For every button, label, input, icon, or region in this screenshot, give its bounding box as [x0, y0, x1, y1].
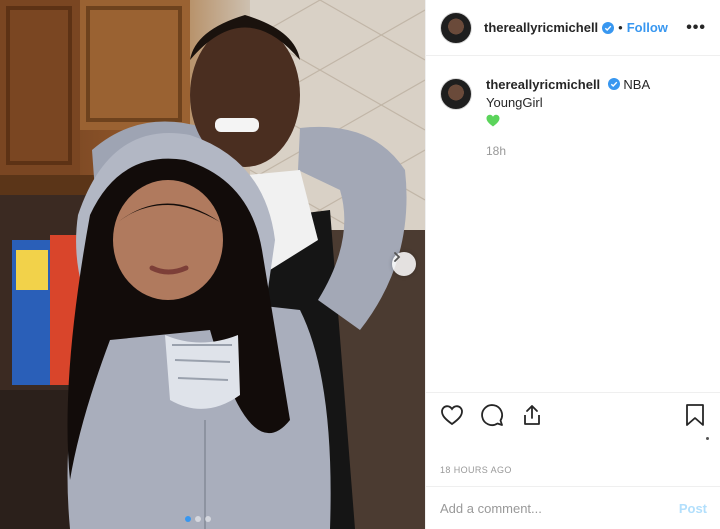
carousel-dot: [205, 516, 211, 522]
verified-badge-icon: [607, 78, 620, 90]
save-button[interactable]: [683, 403, 707, 427]
bookmark-icon: [686, 404, 704, 426]
caption-body: thereallyricmichell NBA YoungGirl 18h: [486, 76, 706, 160]
carousel-dot-active: [185, 516, 191, 522]
follow-button[interactable]: Follow: [627, 20, 668, 35]
caption-username[interactable]: thereallyricmichell: [486, 77, 600, 92]
carousel-dots: [185, 516, 211, 522]
post-comment-button[interactable]: Post: [679, 501, 707, 516]
heart-icon: [441, 405, 463, 426]
comment-icon: [481, 404, 503, 426]
carousel-dot: [195, 516, 201, 522]
chevron-right-icon: [394, 252, 401, 262]
header-username[interactable]: thereallyricmichell: [484, 20, 598, 35]
post-photo[interactable]: [0, 0, 425, 529]
photo-illustration: [0, 0, 425, 529]
green-heart-emoji: [486, 114, 500, 127]
caption-avatar[interactable]: [440, 78, 472, 110]
share-icon: [524, 405, 540, 425]
carousel-next-button[interactable]: [392, 252, 416, 276]
post-header: thereallyricmichell • Follow •••: [426, 0, 720, 56]
actions-area: 18 HOURS AGO: [426, 392, 720, 480]
comment-box: Post: [426, 486, 720, 529]
caption: thereallyricmichell NBA YoungGirl 18h: [426, 56, 720, 160]
separator-dot: •: [618, 20, 623, 35]
post-side-panel: thereallyricmichell • Follow ••• thereal…: [425, 0, 720, 529]
share-button[interactable]: [520, 403, 544, 427]
small-dot: [706, 437, 709, 440]
comment-button[interactable]: [480, 403, 504, 427]
avatar[interactable]: [440, 11, 472, 44]
caption-time[interactable]: 18h: [486, 142, 706, 160]
more-options-button[interactable]: •••: [686, 19, 706, 37]
comment-input[interactable]: [440, 500, 679, 516]
action-bar: [426, 393, 720, 427]
like-button[interactable]: [440, 403, 464, 427]
verified-badge-icon: [602, 21, 615, 34]
post-timestamp[interactable]: 18 HOURS AGO: [440, 465, 512, 475]
